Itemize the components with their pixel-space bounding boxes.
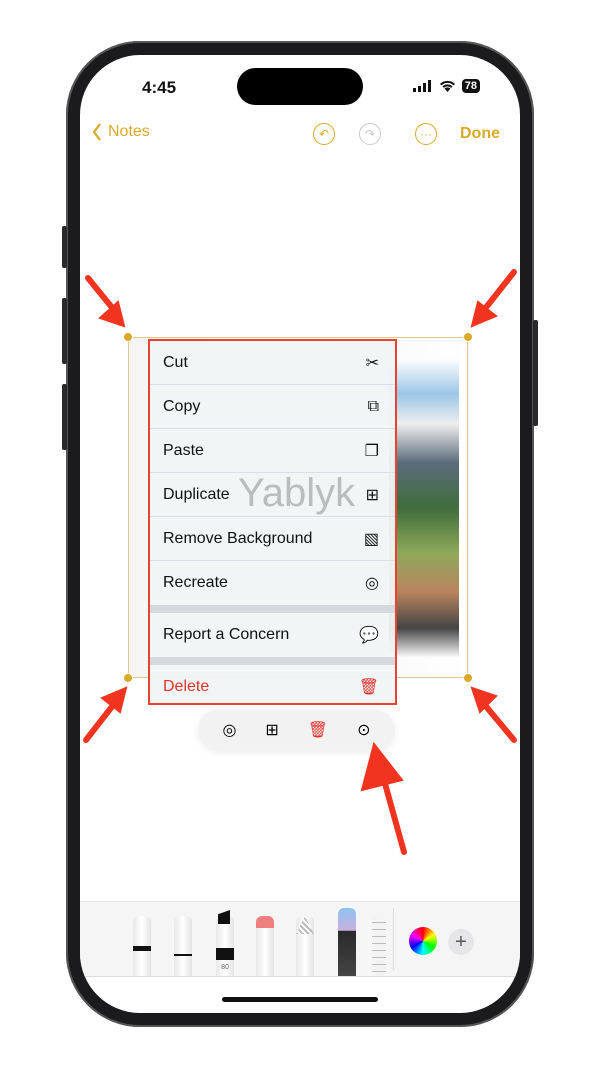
annotation-arrows: [83, 269, 517, 855]
arrow-bottom-left: [83, 686, 128, 743]
arrow-top-right: [470, 269, 517, 328]
arrow-bottom-right: [470, 686, 517, 743]
arrow-more-button: [360, 741, 407, 855]
arrow-top-left: [85, 275, 126, 328]
